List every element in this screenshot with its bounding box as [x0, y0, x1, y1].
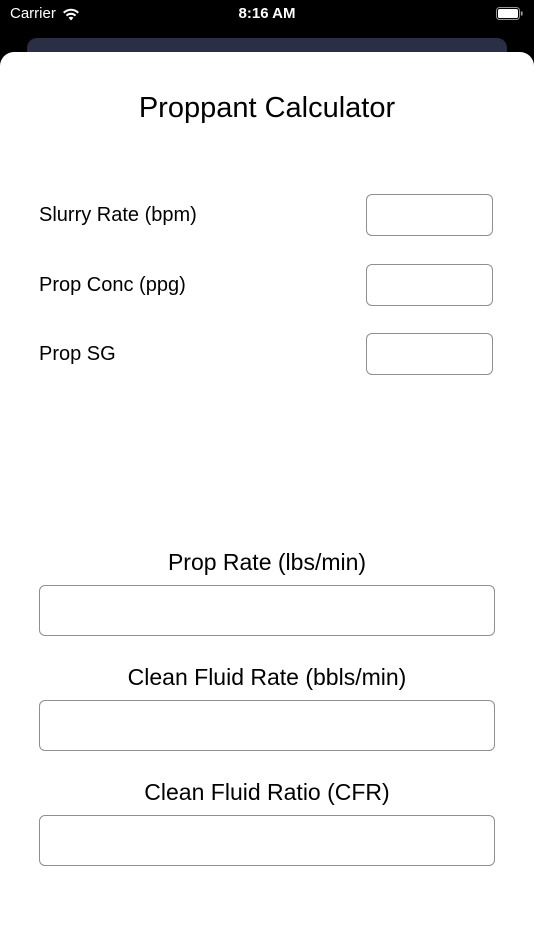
slurry-rate-label: Slurry Rate (bpm) [39, 204, 197, 226]
battery-icon [496, 7, 524, 20]
clean-fluid-ratio-label: Clean Fluid Ratio (CFR) [144, 779, 390, 805]
page-title: Proppant Calculator [138, 92, 396, 124]
prop-conc-input[interactable] [366, 264, 493, 306]
status-time: 8:16 AM [238, 5, 296, 22]
status-bar: Carrier 8:16 AM [0, 0, 534, 30]
prop-rate-output[interactable] [39, 585, 495, 636]
clean-fluid-rate-output[interactable] [39, 700, 495, 751]
clean-fluid-ratio-output[interactable] [39, 815, 495, 866]
prop-sg-label: Prop SG [39, 343, 116, 365]
prop-conc-label: Prop Conc (ppg) [39, 274, 186, 296]
prop-rate-label: Prop Rate (lbs/min) [167, 549, 367, 575]
calculator-sheet: Proppant Calculator Slurry Rate (bpm) Pr… [0, 52, 534, 950]
prop-sg-input[interactable] [366, 333, 493, 375]
clean-fluid-rate-label: Clean Fluid Rate (bbls/min) [127, 664, 407, 690]
slurry-rate-input[interactable] [366, 194, 493, 236]
